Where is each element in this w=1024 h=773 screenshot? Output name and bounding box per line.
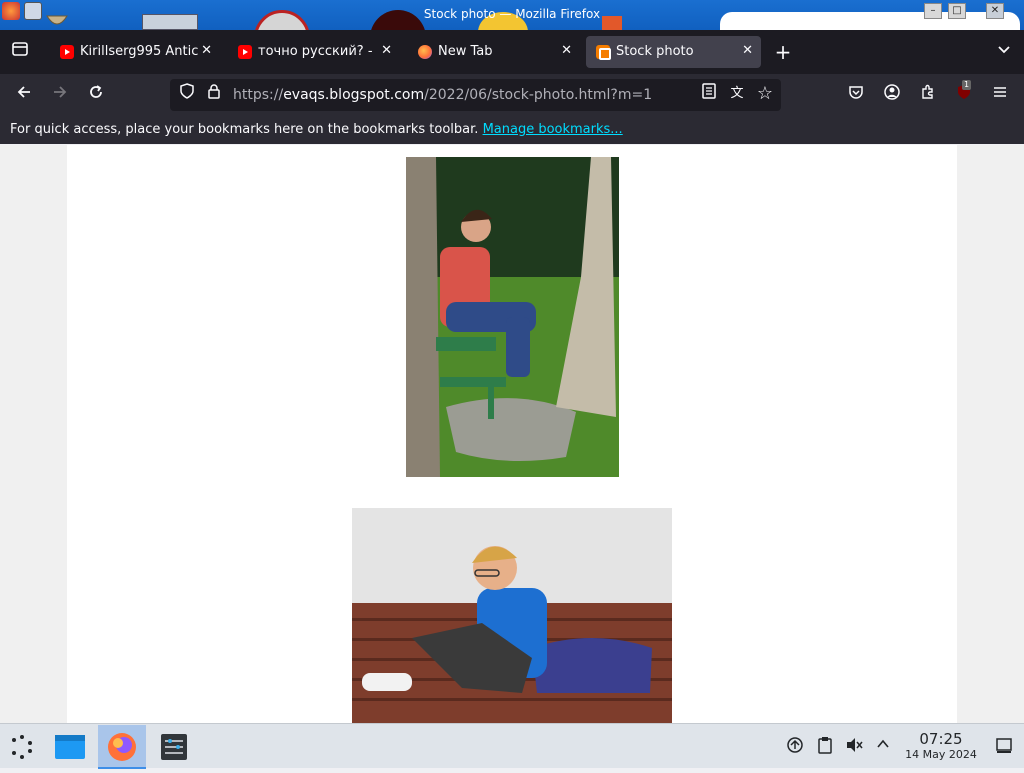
lock-icon[interactable]: [203, 83, 225, 105]
pocket-icon[interactable]: [844, 83, 868, 107]
translate-icon[interactable]: 文: [726, 83, 748, 105]
tab-label: Stock photo: [616, 44, 694, 59]
page-viewport[interactable]: [0, 145, 1024, 723]
firefox-view-icon[interactable]: [8, 40, 32, 64]
youtube-icon: [60, 45, 74, 59]
window-title: Stock photo — Mozilla Firefox: [423, 7, 601, 21]
updates-icon[interactable]: [785, 736, 805, 756]
list-all-tabs-icon[interactable]: [992, 40, 1016, 64]
close-tab-icon[interactable]: ✕: [561, 43, 572, 58]
bookmark-star-icon[interactable]: ☆: [754, 83, 776, 105]
boy-on-bench-photo[interactable]: [352, 508, 672, 723]
extension-badge: 1: [962, 80, 972, 90]
tab-youtube-2[interactable]: точно русский? - ✕: [228, 36, 400, 68]
close-window-button[interactable]: ✕: [986, 3, 1004, 19]
tab-label: New Tab: [438, 44, 493, 59]
clock-date: 14 May 2024: [905, 748, 977, 761]
digital-clock[interactable]: 07:25 14 May 2024: [896, 730, 986, 761]
show-desktop-icon[interactable]: [994, 736, 1014, 756]
clock-time: 07:25: [919, 730, 963, 748]
ublock-extension-icon[interactable]: 1: [952, 80, 976, 107]
url-text[interactable]: https://evaqs.blogspot.com/2022/06/stock…: [233, 87, 652, 103]
blogger-icon: [596, 45, 611, 60]
file-manager-icon[interactable]: [46, 725, 94, 769]
show-hidden-icons-icon[interactable]: [873, 736, 893, 756]
volume-muted-icon[interactable]: [844, 736, 864, 756]
tracking-protection-shield-icon[interactable]: [176, 83, 198, 105]
system-settings-icon[interactable]: [150, 725, 198, 769]
back-button[interactable]: [12, 83, 36, 107]
bookmarks-toolbar: For quick access, place your bookmarks h…: [0, 116, 1024, 144]
tab-new-tab[interactable]: New Tab ✕: [408, 36, 580, 68]
new-tab-button[interactable]: +: [771, 40, 795, 64]
app-menu-icon[interactable]: [988, 83, 1012, 107]
maximize-button[interactable]: □: [948, 3, 966, 19]
tab-label: точно русский? -: [258, 44, 373, 59]
blog-post-body: [67, 145, 957, 723]
forward-button[interactable]: [48, 83, 72, 107]
tab-stock-photo[interactable]: Stock photo ✕: [586, 36, 761, 68]
taskbar: 07:25 14 May 2024: [0, 723, 1024, 769]
firefox-taskbar-icon[interactable]: [98, 725, 146, 769]
bookmarks-toolbar-message: For quick access, place your bookmarks h…: [10, 122, 623, 137]
account-icon[interactable]: [880, 83, 904, 107]
tab-label: Kirillserg995 Antic: [80, 44, 198, 59]
url-bar[interactable]: https://evaqs.blogspot.com/2022/06/stock…: [170, 79, 781, 111]
window-titlebar[interactable]: Stock photo — Mozilla Firefox – □ ✕: [0, 0, 1024, 30]
minimize-button[interactable]: –: [924, 3, 942, 19]
youtube-icon: [238, 45, 252, 59]
reload-button[interactable]: [84, 83, 108, 107]
navigation-toolbar: https://evaqs.blogspot.com/2022/06/stock…: [0, 74, 1024, 116]
tab-strip: Kirillserg995 Antic ✕ точно русский? - ✕…: [0, 30, 1024, 74]
manage-bookmarks-link[interactable]: Manage bookmarks...: [483, 122, 623, 137]
application-launcher-icon[interactable]: [0, 725, 48, 769]
firefox-icon: [418, 45, 432, 59]
extensions-icon[interactable]: [916, 83, 940, 107]
close-tab-icon[interactable]: ✕: [381, 43, 392, 58]
tab-youtube-1[interactable]: Kirillserg995 Antic ✕: [50, 36, 220, 68]
reader-view-icon[interactable]: [698, 83, 720, 105]
clipboard-icon[interactable]: [815, 736, 835, 756]
teen-on-bench-photo[interactable]: [406, 157, 619, 477]
close-tab-icon[interactable]: ✕: [742, 43, 753, 58]
close-tab-icon[interactable]: ✕: [201, 43, 212, 58]
